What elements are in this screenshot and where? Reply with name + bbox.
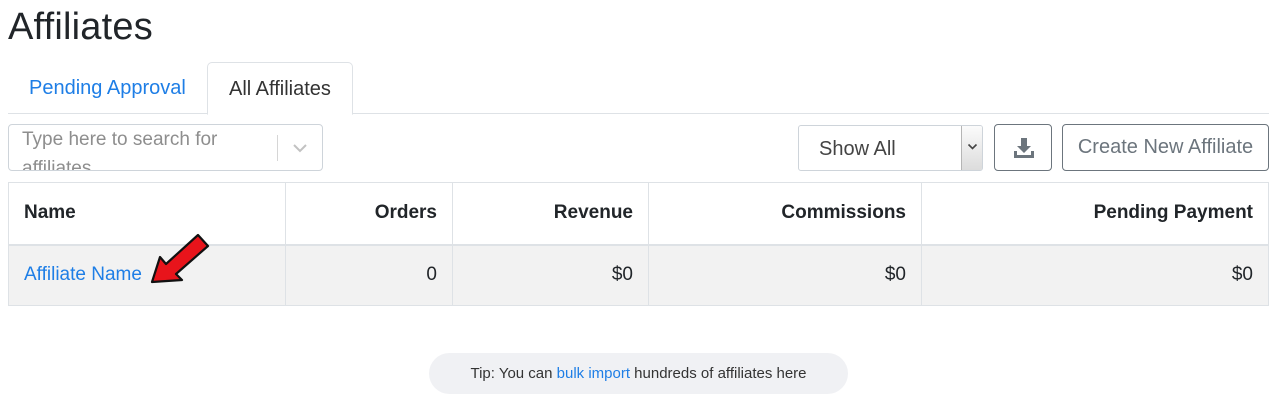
column-header-orders[interactable]: Orders bbox=[285, 182, 453, 246]
download-icon bbox=[1014, 138, 1034, 158]
red-arrow-icon bbox=[150, 233, 210, 284]
search-input[interactable]: Type here to search for affiliates bbox=[8, 124, 323, 171]
affiliate-name-link[interactable]: Affiliate Name bbox=[24, 264, 142, 285]
tab-all-affiliates[interactable]: All Affiliates bbox=[207, 62, 353, 115]
bulk-import-link[interactable]: bulk import bbox=[557, 365, 630, 382]
column-header-commissions[interactable]: Commissions bbox=[648, 182, 922, 246]
tip-text-after: hundreds of affiliates here bbox=[630, 365, 807, 382]
page-title: Affiliates bbox=[8, 6, 153, 48]
chevron-down-icon[interactable] bbox=[289, 137, 311, 159]
cell-revenue: $0 bbox=[452, 244, 649, 306]
tab-bar: Pending Approval All Affiliates bbox=[8, 62, 1269, 115]
column-header-name[interactable]: Name bbox=[8, 182, 286, 246]
filter-select[interactable]: Show All bbox=[798, 125, 983, 171]
tab-pending-approval[interactable]: Pending Approval bbox=[8, 62, 207, 114]
cell-name: Affiliate Name bbox=[8, 244, 286, 306]
filter-selected-value: Show All bbox=[819, 138, 896, 160]
download-button[interactable] bbox=[994, 124, 1052, 171]
create-new-affiliate-button[interactable]: Create New Affiliate bbox=[1062, 124, 1269, 171]
cell-commissions: $0 bbox=[648, 244, 922, 306]
affiliates-page: Affiliates Pending Approval All Affiliat… bbox=[0, 0, 1277, 402]
select-arrow-button[interactable] bbox=[961, 126, 982, 170]
chevron-down-icon bbox=[967, 143, 978, 150]
tip-text-before: Tip: You can bbox=[470, 365, 557, 382]
cell-orders: 0 bbox=[285, 244, 453, 306]
search-placeholder: Type here to search for affiliates bbox=[22, 129, 218, 170]
cell-pending-payment: $0 bbox=[921, 244, 1269, 306]
column-header-pending-payment[interactable]: Pending Payment bbox=[921, 182, 1269, 246]
tip-banner: Tip: You can bulk import hundreds of aff… bbox=[429, 353, 848, 394]
search-separator bbox=[277, 135, 278, 161]
column-header-revenue[interactable]: Revenue bbox=[452, 182, 649, 246]
